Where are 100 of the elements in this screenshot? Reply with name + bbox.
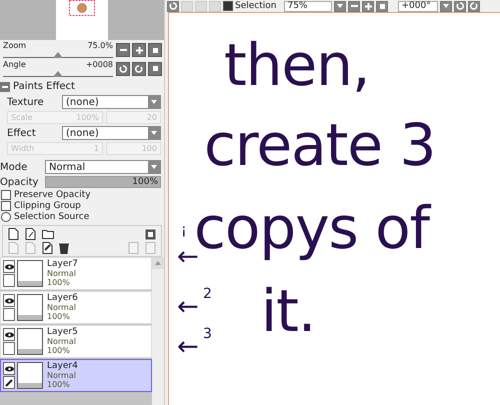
visibility-toggle[interactable] (3, 294, 15, 307)
reset-rotation-button[interactable] (148, 62, 162, 76)
undo-button[interactable] (167, 0, 179, 12)
handwritten-text: then, (224, 35, 370, 95)
caret-icon (148, 127, 160, 139)
zoom-in-button[interactable] (132, 43, 146, 57)
slider-thumb[interactable] (53, 71, 63, 77)
checkbox[interactable] (1, 190, 11, 200)
caret-icon (148, 161, 160, 173)
new-layer-icon[interactable] (8, 228, 19, 240)
eye-icon (4, 264, 14, 270)
rotate-left-icon (456, 2, 464, 10)
copy-layer-icon (8, 242, 19, 254)
apply-mask-icon[interactable] (42, 242, 53, 254)
zoom-out-button[interactable] (348, 0, 360, 12)
lock-toggle[interactable] (3, 342, 15, 355)
plus-icon (136, 46, 142, 54)
texture-dropdown[interactable]: (none) (62, 95, 161, 109)
caret-icon (337, 4, 344, 8)
handwritten-text: it. (261, 281, 316, 341)
eye-icon (4, 332, 14, 338)
reset-zoom-button[interactable] (148, 43, 162, 57)
effect-label: Effect (7, 128, 37, 138)
scale-amount-field: 20 (106, 111, 161, 124)
layer-thumbnail (17, 294, 43, 321)
layer-name: Layer4 (47, 362, 78, 371)
zoom-in-button[interactable] (362, 0, 374, 12)
mask-icon[interactable] (145, 228, 156, 240)
layer-opacity: 100% (47, 380, 71, 389)
opacity-slider[interactable]: 100% (45, 176, 161, 188)
rotate-left-button[interactable] (116, 62, 130, 76)
dropdown-button[interactable] (334, 0, 346, 12)
opacity-value: 100% (132, 177, 158, 187)
zoom-label: Zoom (3, 41, 28, 50)
eye-icon (4, 298, 14, 304)
handwritten-number: ¡ (181, 223, 187, 237)
layer-mode: Normal (47, 269, 77, 278)
rotate-right-button[interactable] (468, 0, 480, 12)
delete-icon[interactable] (59, 242, 69, 254)
option-label: Clipping Group (14, 201, 81, 211)
character-thumbnail-icon (69, 0, 95, 16)
zoom-out-button[interactable] (116, 43, 130, 57)
handwritten-arrow: ← (177, 245, 199, 269)
layer-item[interactable]: Layer7 Normal 100% (0, 257, 152, 290)
visibility-toggle[interactable] (3, 328, 15, 341)
checkbox[interactable] (223, 1, 233, 11)
radio-button[interactable] (1, 212, 11, 222)
merge-down-icon (128, 242, 139, 254)
blend-mode-dropdown[interactable]: Normal (45, 160, 161, 174)
square-icon (152, 48, 158, 52)
rotate-right-icon (135, 64, 143, 72)
minus-icon (120, 49, 126, 51)
reset-zoom-button[interactable] (376, 0, 388, 12)
layer-mode: Normal (47, 303, 77, 312)
folder-icon[interactable] (42, 229, 54, 239)
visibility-toggle[interactable] (3, 260, 15, 273)
layer-item[interactable]: Layer4 Normal 100% (0, 359, 152, 392)
dropdown-button[interactable] (440, 0, 452, 12)
rotate-left-icon (169, 2, 177, 10)
brush-icon (5, 378, 13, 386)
angle-field[interactable]: +000° (398, 0, 438, 12)
handwritten-arrow: ← (177, 335, 199, 359)
effect-dropdown[interactable]: (none) (62, 126, 161, 140)
visibility-toggle[interactable] (3, 362, 15, 375)
lock-toggle[interactable] (3, 308, 15, 321)
slider-thumb[interactable] (53, 52, 63, 58)
plus-icon (364, 2, 372, 10)
layer-mode: Normal (47, 337, 77, 346)
layer-opacity: 100% (47, 346, 71, 355)
layer-item[interactable]: Layer6 Normal 100% (0, 291, 152, 324)
lock-toggle[interactable] (3, 274, 15, 287)
new-vector-layer-icon[interactable] (25, 228, 36, 240)
texture-label: Texture (7, 96, 45, 108)
brush-lock-toggle[interactable] (3, 376, 15, 389)
width-field: Width 1 (7, 142, 103, 155)
collapse-icon[interactable] (0, 82, 10, 92)
rotate-right-icon (470, 2, 478, 10)
zoom-field[interactable]: 75% (284, 0, 332, 12)
handwritten-arrow: ← (177, 295, 199, 319)
selection-label: Selection (235, 1, 276, 11)
merge-layer-icon (145, 242, 156, 254)
layer-thumbnail (17, 260, 43, 287)
square-icon (380, 4, 385, 8)
angle-slider[interactable] (3, 69, 113, 77)
layer-name: Layer5 (47, 328, 78, 337)
handwritten-number: 3 (203, 327, 212, 341)
option-label: Selection Source (14, 212, 90, 222)
opacity-label: Opacity (0, 176, 40, 188)
zoom-slider[interactable] (3, 50, 113, 58)
layer-item[interactable]: Layer5 Normal 100% (0, 325, 152, 358)
rotate-right-button[interactable] (132, 62, 146, 76)
checkbox[interactable] (1, 201, 11, 211)
rotate-left-button[interactable] (454, 0, 466, 12)
minus-icon (350, 5, 358, 7)
layer-mode: Normal (47, 371, 77, 380)
caret-icon (148, 96, 160, 108)
width-amount-field: 100 (106, 142, 161, 155)
square-icon (152, 66, 158, 71)
handwritten-text: create 3 (204, 115, 436, 175)
section-title: Paints Effect (13, 81, 75, 92)
